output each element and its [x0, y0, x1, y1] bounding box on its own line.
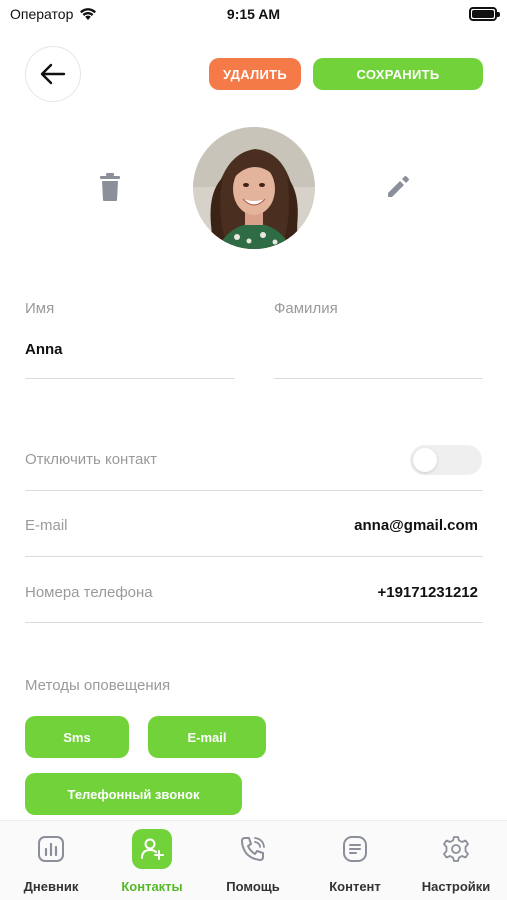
divider [25, 556, 483, 557]
status-bar: Оператор 9:15 AM [0, 0, 507, 30]
first-name-underline [25, 378, 235, 379]
email-value[interactable]: anna@gmail.com [354, 517, 478, 534]
disable-contact-label: Отключить контакт [25, 451, 157, 468]
document-icon [343, 836, 367, 862]
tab-help[interactable]: Помощь [213, 821, 293, 900]
delete-button[interactable]: УДАЛИТЬ [209, 58, 301, 90]
disable-contact-toggle[interactable] [410, 445, 482, 475]
tab-label: Контент [329, 879, 381, 894]
tab-content[interactable]: Контент [315, 821, 395, 900]
first-name-label: Имя [25, 300, 55, 317]
add-user-icon [141, 838, 164, 860]
gear-icon [443, 836, 469, 862]
tab-diary[interactable]: Дневник [11, 821, 91, 900]
method-email-chip[interactable]: E-mail [148, 716, 266, 758]
phone-label: Номера телефона [25, 584, 153, 601]
arrow-left-icon [40, 63, 66, 85]
email-label: E-mail [25, 517, 68, 534]
avatar [193, 127, 315, 249]
phone-value[interactable]: +19171231212 [377, 584, 478, 601]
divider [25, 622, 483, 623]
phone-icon [241, 837, 265, 861]
save-button[interactable]: СОХРАНИТЬ [313, 58, 483, 90]
first-name-input[interactable]: Anna [25, 341, 63, 358]
toggle-knob [413, 448, 437, 472]
tab-settings[interactable]: Настройки [416, 821, 496, 900]
method-sms-chip[interactable]: Sms [25, 716, 129, 758]
tab-bar: Дневник Контакты Помощь Контент Настройк… [0, 820, 507, 900]
edit-icon[interactable] [385, 174, 411, 200]
tab-label: Дневник [23, 879, 79, 894]
tab-label: Помощь [226, 879, 280, 894]
trash-icon[interactable] [97, 172, 123, 202]
notification-methods-label: Методы оповещения [25, 677, 171, 694]
back-button[interactable] [25, 46, 81, 102]
tab-contacts[interactable]: Контакты [112, 821, 192, 900]
last-name-underline [274, 378, 483, 379]
battery-icon [469, 7, 500, 21]
last-name-label: Фамилия [274, 300, 338, 317]
tab-label: Настройки [421, 879, 491, 894]
divider [25, 490, 483, 491]
status-time: 9:15 AM [226, 6, 281, 22]
method-phone-call-chip[interactable]: Телефонный звонок [25, 773, 242, 815]
tab-label: Контакты [121, 879, 183, 894]
chart-icon [38, 836, 64, 862]
